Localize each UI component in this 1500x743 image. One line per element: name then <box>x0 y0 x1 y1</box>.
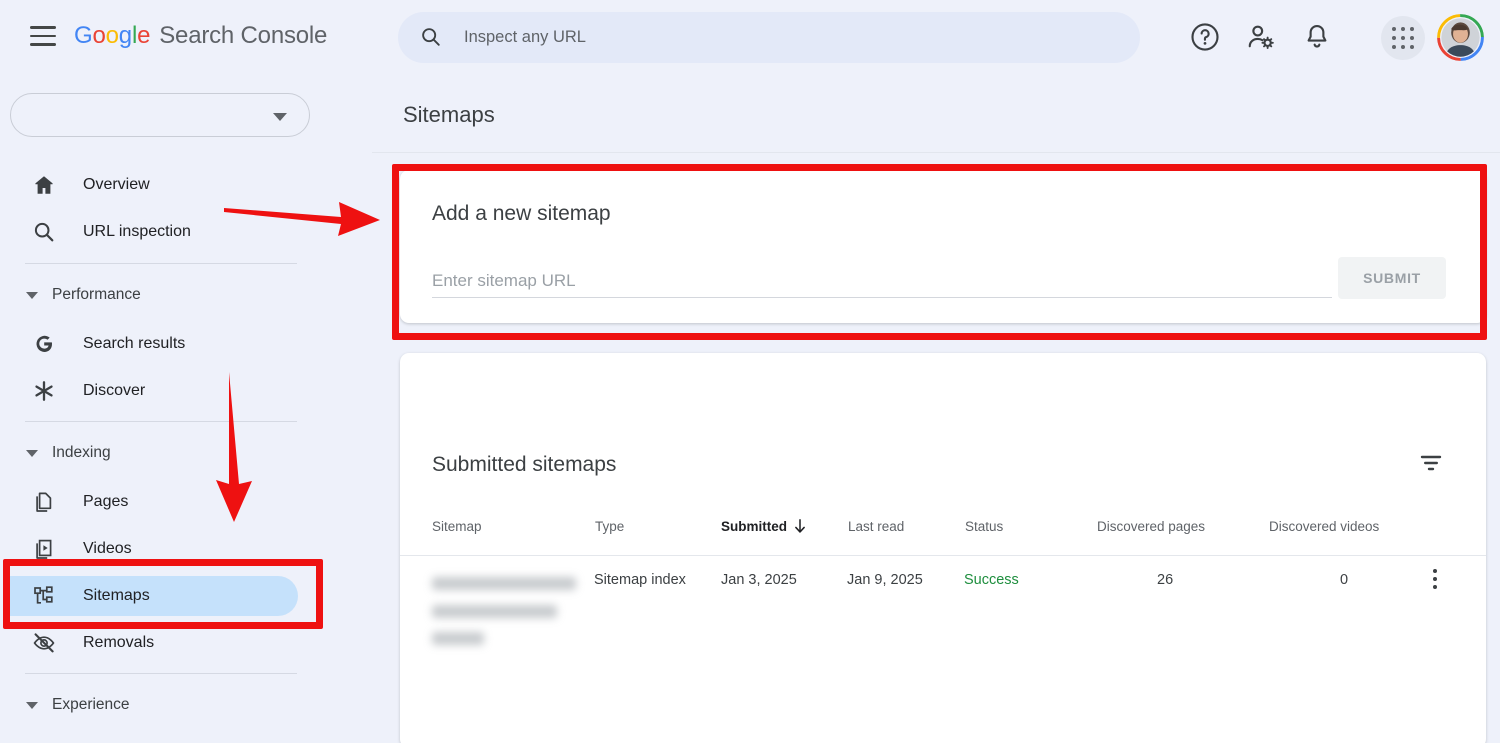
sidebar-item-overview[interactable]: Overview <box>8 165 298 205</box>
column-header-last-read[interactable]: Last read <box>848 519 904 534</box>
sidebar-nav: Overview URL inspection Performance Sear… <box>0 74 372 743</box>
hamburger-menu-icon[interactable] <box>30 26 56 46</box>
cell-last-read: Jan 9, 2025 <box>847 572 923 588</box>
column-header-discovered-pages[interactable]: Discovered pages <box>1097 519 1205 534</box>
sitemap-url-input[interactable] <box>432 264 1332 298</box>
help-circle-icon[interactable] <box>1190 22 1220 52</box>
cell-discovered-pages: 26 <box>1157 572 1174 588</box>
column-header-sitemap[interactable]: Sitemap <box>432 519 482 534</box>
arrow-down-icon <box>795 519 805 533</box>
table-row[interactable]: Sitemap index Jan 3, 2025 Jan 9, 2025 Su… <box>400 555 1486 686</box>
sidebar-item-removals[interactable]: Removals <box>8 623 298 663</box>
discover-asterisk-icon <box>35 381 53 401</box>
chevron-down-icon <box>26 449 38 457</box>
cell-discovered-videos: 0 <box>1340 572 1349 588</box>
search-icon <box>34 222 54 242</box>
sidebar-divider <box>25 673 297 674</box>
sitemaps-table: Sitemap Type Submitted Last read Status … <box>400 509 1486 686</box>
sidebar-item-label: Pages <box>83 493 129 510</box>
sidebar-item-label: URL inspection <box>83 223 191 240</box>
sidebar-group-label: Performance <box>52 286 141 303</box>
submit-button[interactable]: SUBMIT <box>1338 257 1446 299</box>
sidebar-item-label: Videos <box>83 540 132 557</box>
sidebar-item-pages[interactable]: Pages <box>8 482 298 522</box>
eye-slash-icon <box>33 633 55 653</box>
sidebar-divider <box>25 421 297 422</box>
bell-icon[interactable] <box>1302 22 1332 52</box>
search-console-page: Google Search Console Inspect any URL Ov… <box>0 0 1500 743</box>
chevron-down-icon <box>26 701 38 709</box>
pages-copy-icon <box>36 492 52 512</box>
cell-submitted: Jan 3, 2025 <box>721 572 797 588</box>
title-divider <box>372 152 1500 153</box>
cell-type: Sitemap index <box>594 572 686 588</box>
person-gear-icon[interactable] <box>1246 22 1276 52</box>
google-search-console-logo: Google Search Console <box>74 22 327 50</box>
property-selector[interactable] <box>10 93 310 137</box>
sidebar-item-sitemaps[interactable]: Sitemaps <box>8 576 298 616</box>
table-header-row: Sitemap Type Submitted Last read Status … <box>400 509 1486 556</box>
sidebar-divider <box>25 263 297 264</box>
main-content: Sitemaps Add a new sitemap SUBMIT Submit… <box>372 74 1500 743</box>
sitemap-tree-icon <box>34 586 53 604</box>
logo-letter: G <box>74 22 93 49</box>
column-header-submitted[interactable]: Submitted <box>721 519 787 534</box>
logo-letter: g <box>118 22 132 49</box>
video-box-icon <box>36 539 52 559</box>
cell-status: Success <box>964 572 1019 588</box>
column-header-status[interactable]: Status <box>965 519 1003 534</box>
sidebar-item-label: Sitemaps <box>83 587 150 604</box>
logo-letter: o <box>92 22 106 49</box>
filter-icon[interactable] <box>1418 452 1444 474</box>
sidebar-group-experience[interactable]: Experience <box>8 690 130 720</box>
user-avatar[interactable] <box>1437 14 1484 61</box>
sidebar-item-discover[interactable]: Discover <box>8 371 298 411</box>
sidebar-item-search-results[interactable]: Search results <box>8 324 298 364</box>
kebab-menu-icon[interactable] <box>1425 569 1445 591</box>
apps-grid-icon[interactable] <box>1381 16 1425 60</box>
sidebar-item-label: Discover <box>83 382 146 399</box>
search-icon <box>422 28 440 46</box>
home-icon <box>35 176 53 194</box>
top-app-bar: Google Search Console <box>0 0 1500 74</box>
logo-letter: o <box>105 22 119 49</box>
sidebar-item-label: Overview <box>83 176 150 193</box>
logo-letter: e <box>137 22 151 49</box>
sidebar-group-label: Indexing <box>52 444 111 461</box>
sidebar-group-performance[interactable]: Performance <box>8 280 141 310</box>
sidebar-item-label: Removals <box>83 634 155 651</box>
column-header-type[interactable]: Type <box>595 519 624 534</box>
sidebar-item-url-inspection[interactable]: URL inspection <box>8 212 298 252</box>
page-title: Sitemaps <box>403 102 495 127</box>
sidebar-group-label: Experience <box>52 696 130 713</box>
google-g-icon <box>36 335 52 352</box>
chevron-down-icon <box>273 113 287 121</box>
chevron-down-icon <box>26 291 38 299</box>
url-inspection-searchbar[interactable] <box>398 12 1140 63</box>
add-sitemap-heading: Add a new sitemap <box>432 202 611 225</box>
sidebar-item-videos[interactable]: Videos <box>8 529 298 569</box>
sidebar-item-label: Search results <box>83 335 186 352</box>
sidebar-group-indexing[interactable]: Indexing <box>8 438 111 468</box>
submitted-sitemaps-card: Submitted sitemaps Sitemap Type Submitte… <box>400 353 1486 743</box>
column-header-discovered-videos[interactable]: Discovered videos <box>1269 519 1379 534</box>
add-sitemap-card: Add a new sitemap SUBMIT <box>400 170 1486 323</box>
search-input[interactable] <box>464 12 1124 63</box>
product-name: Search Console <box>159 22 328 49</box>
submitted-sitemaps-heading: Submitted sitemaps <box>432 453 617 476</box>
